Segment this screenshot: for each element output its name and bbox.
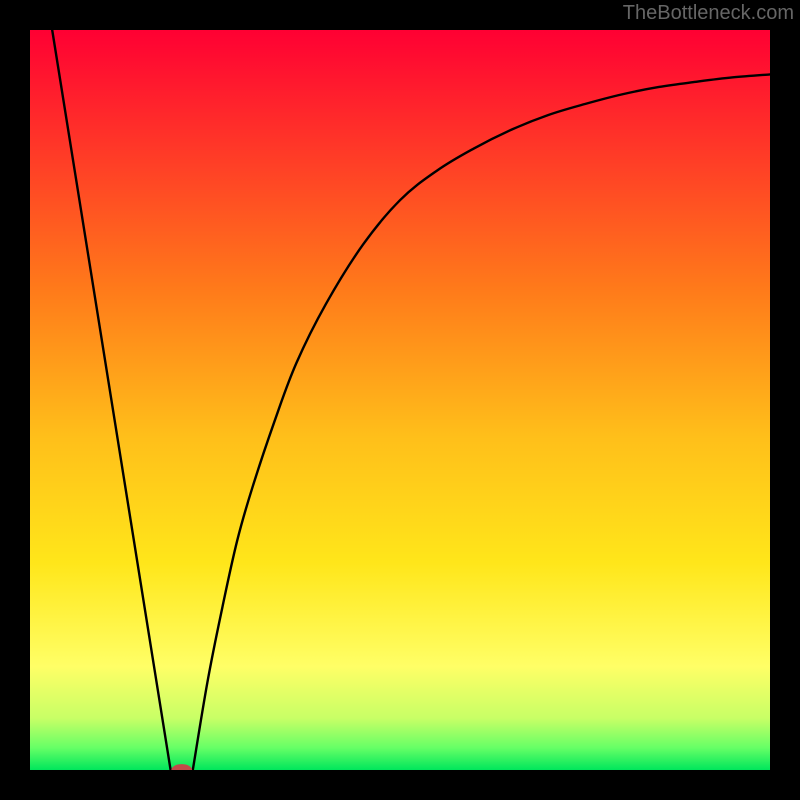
- gradient-background: [30, 30, 770, 770]
- chart-svg: [30, 30, 770, 770]
- chart-frame: TheBottleneck.com: [0, 0, 800, 800]
- watermark-text: TheBottleneck.com: [623, 2, 794, 25]
- chart-plot-area: [30, 30, 770, 770]
